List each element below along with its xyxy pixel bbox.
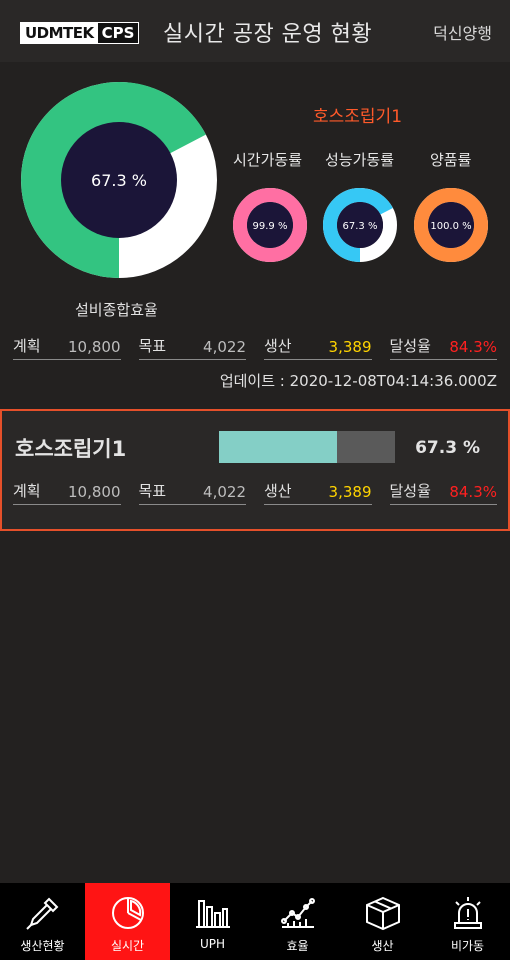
plan-stat: 계획 10,800: [13, 479, 121, 505]
nav-label: 효율: [286, 939, 309, 953]
machine-card-name: 호스조립기1: [15, 437, 127, 461]
production-value: 3,389: [328, 338, 372, 356]
machine-progress-bar: [219, 431, 395, 463]
production-label: 생산: [264, 482, 292, 500]
line-chart-icon: [280, 898, 315, 928]
udmtek-cps-logo: UDMTEK CPS: [20, 22, 140, 44]
alarm-icon: [453, 897, 482, 929]
target-label: 목표: [138, 337, 167, 355]
plan-label: 계획: [13, 482, 41, 500]
time-availability-label: 시간가동률: [233, 151, 303, 169]
pie-chart-icon: [111, 897, 144, 929]
plan-label: 계획: [13, 337, 41, 355]
quality-value: 100.0 %: [430, 221, 471, 232]
quality-donut: 100.0 %: [414, 188, 488, 262]
achievement-label: 달성율: [389, 337, 431, 355]
page-title: 실시간 공장 운영 현황: [163, 22, 373, 47]
bar-chart-icon: [195, 900, 230, 928]
performance-donut: 67.3 %: [323, 188, 397, 262]
performance-value: 67.3 %: [343, 221, 378, 232]
nav-efficiency[interactable]: 효율: [255, 883, 340, 960]
plan-stat: 계획 10,800: [13, 334, 121, 360]
achievement-value: 84.3%: [449, 338, 497, 356]
achievement-value: 84.3%: [449, 483, 497, 501]
pen-tool-icon: [25, 897, 58, 930]
nav-label: 생산현황: [20, 939, 65, 953]
nav-production-status[interactable]: 생산현황: [0, 883, 85, 960]
performance-label: 성능가동률: [325, 151, 395, 169]
achievement-stat: 달성율 84.3%: [389, 334, 497, 360]
achievement-label: 달성율: [389, 482, 431, 500]
nav-uph[interactable]: UPH: [170, 883, 255, 960]
oee-donut-value: 67.3 %: [91, 171, 147, 190]
update-timestamp: 업데이트 : 2020-12-08T04:14:36.000Z: [219, 372, 497, 390]
oee-label: 설비종합효율: [75, 301, 158, 319]
achievement-stat: 달성율 84.3%: [389, 479, 497, 505]
summary-stats: 계획 10,800 목표 4,022 생산 3,389 달성율 84.3%: [13, 334, 497, 360]
production-stat: 생산 3,389: [264, 479, 372, 505]
plan-value: 10,800: [68, 338, 121, 356]
target-label: 목표: [138, 482, 167, 500]
logo-text-left: UDMTEK: [21, 23, 98, 43]
oee-summary: 67.3 % 설비종합효율 호스조립기1 시간가동률 성능가동률 양품률 99.…: [0, 62, 510, 407]
plan-value: 10,800: [68, 483, 121, 501]
machine-title: 호스조립기1: [313, 107, 403, 127]
production-label: 생산: [264, 337, 292, 355]
nav-production[interactable]: 생산: [340, 883, 425, 960]
oee-donut-chart: 67.3 %: [21, 82, 217, 278]
machine-card[interactable]: 호스조립기1 67.3 % 계획 10,800 목표 4,022 생산 3,38…: [0, 409, 510, 531]
time-availability-value: 99.9 %: [253, 221, 288, 232]
quality-label: 양품률: [430, 151, 472, 169]
card-stats: 계획 10,800 목표 4,022 생산 3,389 달성율 84.3%: [13, 479, 497, 505]
nav-downtime[interactable]: 비가동: [425, 883, 510, 960]
production-stat: 생산 3,389: [264, 334, 372, 360]
nav-realtime[interactable]: 실시간: [85, 883, 170, 960]
production-value: 3,389: [328, 483, 372, 501]
machine-card-percent: 67.3 %: [415, 438, 480, 458]
target-value: 4,022: [203, 338, 246, 356]
nav-label: 실시간: [110, 939, 145, 953]
nav-label: UPH: [199, 937, 226, 951]
target-value: 4,022: [203, 483, 246, 501]
machine-progress-fill: [219, 431, 338, 463]
target-stat: 목표 4,022: [138, 479, 246, 505]
target-stat: 목표 4,022: [138, 334, 246, 360]
company-name[interactable]: 덕신양행: [433, 20, 492, 44]
bottom-nav: 생산현황 실시간 UPH 효율 생산 비가동: [0, 883, 510, 960]
nav-label: 생산: [371, 939, 394, 953]
nav-label: 비가동: [450, 939, 485, 953]
app-header: UDMTEK CPS 실시간 공장 운영 현황 덕신양행: [0, 0, 510, 62]
box-icon: [365, 896, 400, 931]
time-availability-donut: 99.9 %: [233, 188, 307, 262]
logo-text-right: CPS: [97, 23, 139, 43]
